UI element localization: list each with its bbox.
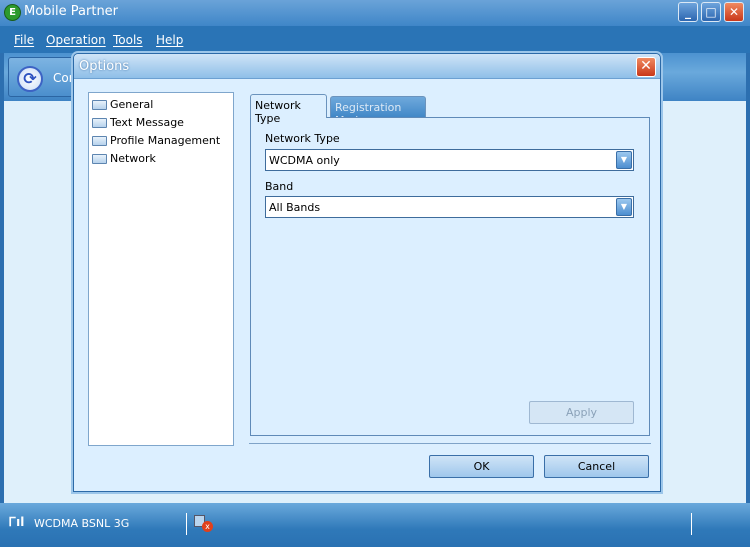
dialog-close-button[interactable]: ✕ xyxy=(636,57,656,77)
tree-item-profile-management[interactable]: Profile Management xyxy=(91,132,231,150)
status-bar: Ꮁıl WCDMA BSNL 3G x xyxy=(0,503,750,547)
tree-item-network[interactable]: Network xyxy=(91,150,231,168)
minimize-button[interactable]: _ xyxy=(678,2,698,22)
folder-open-icon xyxy=(92,154,107,164)
folder-icon xyxy=(92,118,107,128)
status-divider xyxy=(691,513,692,535)
signal-icon: Ꮁıl xyxy=(9,515,25,529)
options-tree: General Text Message Profile Management … xyxy=(88,92,234,446)
folder-icon xyxy=(92,136,107,146)
menu-operation[interactable]: Operation xyxy=(46,33,106,47)
close-button[interactable]: ✕ xyxy=(724,2,744,22)
band-value: All Bands xyxy=(269,201,321,214)
tab-panel: Network Type WCDMA only ▼ Band All Bands… xyxy=(250,117,650,436)
divider xyxy=(249,443,651,444)
menu-tools[interactable]: Tools xyxy=(113,33,143,47)
network-type-label: Network Type xyxy=(265,132,340,145)
tree-item-label: Profile Management xyxy=(110,134,221,147)
tab-registration-mode[interactable]: Registration Mode xyxy=(330,96,426,127)
tree-item-label: Network xyxy=(110,152,156,165)
menu-help[interactable]: Help xyxy=(156,33,183,47)
tree-item-label: General xyxy=(110,98,154,111)
chevron-down-icon[interactable]: ▼ xyxy=(616,198,632,216)
band-label: Band xyxy=(265,180,294,193)
title-bar: E Mobile Partner _ □ ✕ xyxy=(0,0,750,26)
network-type-select[interactable]: WCDMA only ▼ xyxy=(265,149,634,171)
chevron-down-icon[interactable]: ▼ xyxy=(616,151,632,169)
tree-item-general[interactable]: General xyxy=(91,96,231,114)
options-dialog: Options ✕ General Text Message Profile M… xyxy=(73,53,661,492)
connect-icon: ⟳ xyxy=(17,66,43,92)
disconnected-icon: x xyxy=(202,521,213,532)
window-title: Mobile Partner xyxy=(24,4,119,19)
tree-item-label: Text Message xyxy=(110,116,184,129)
app-logo-icon: E xyxy=(4,4,21,21)
band-select[interactable]: All Bands ▼ xyxy=(265,196,634,218)
ok-button[interactable]: OK xyxy=(429,455,534,478)
network-status: WCDMA BSNL 3G xyxy=(34,517,130,530)
tree-item-text-message[interactable]: Text Message xyxy=(91,114,231,132)
cancel-button[interactable]: Cancel xyxy=(544,455,649,478)
dialog-title: Options xyxy=(79,59,130,74)
menu-file[interactable]: File xyxy=(14,33,34,47)
folder-icon xyxy=(92,100,107,110)
apply-button[interactable]: Apply xyxy=(529,401,634,424)
tab-network-type[interactable]: Network Type xyxy=(250,94,327,125)
status-divider xyxy=(186,513,187,535)
menu-bar: File Operation Tools Help xyxy=(0,26,750,53)
dialog-title-bar: Options ✕ xyxy=(74,54,660,79)
network-type-value: WCDMA only xyxy=(269,154,340,167)
maximize-button[interactable]: □ xyxy=(701,2,721,22)
